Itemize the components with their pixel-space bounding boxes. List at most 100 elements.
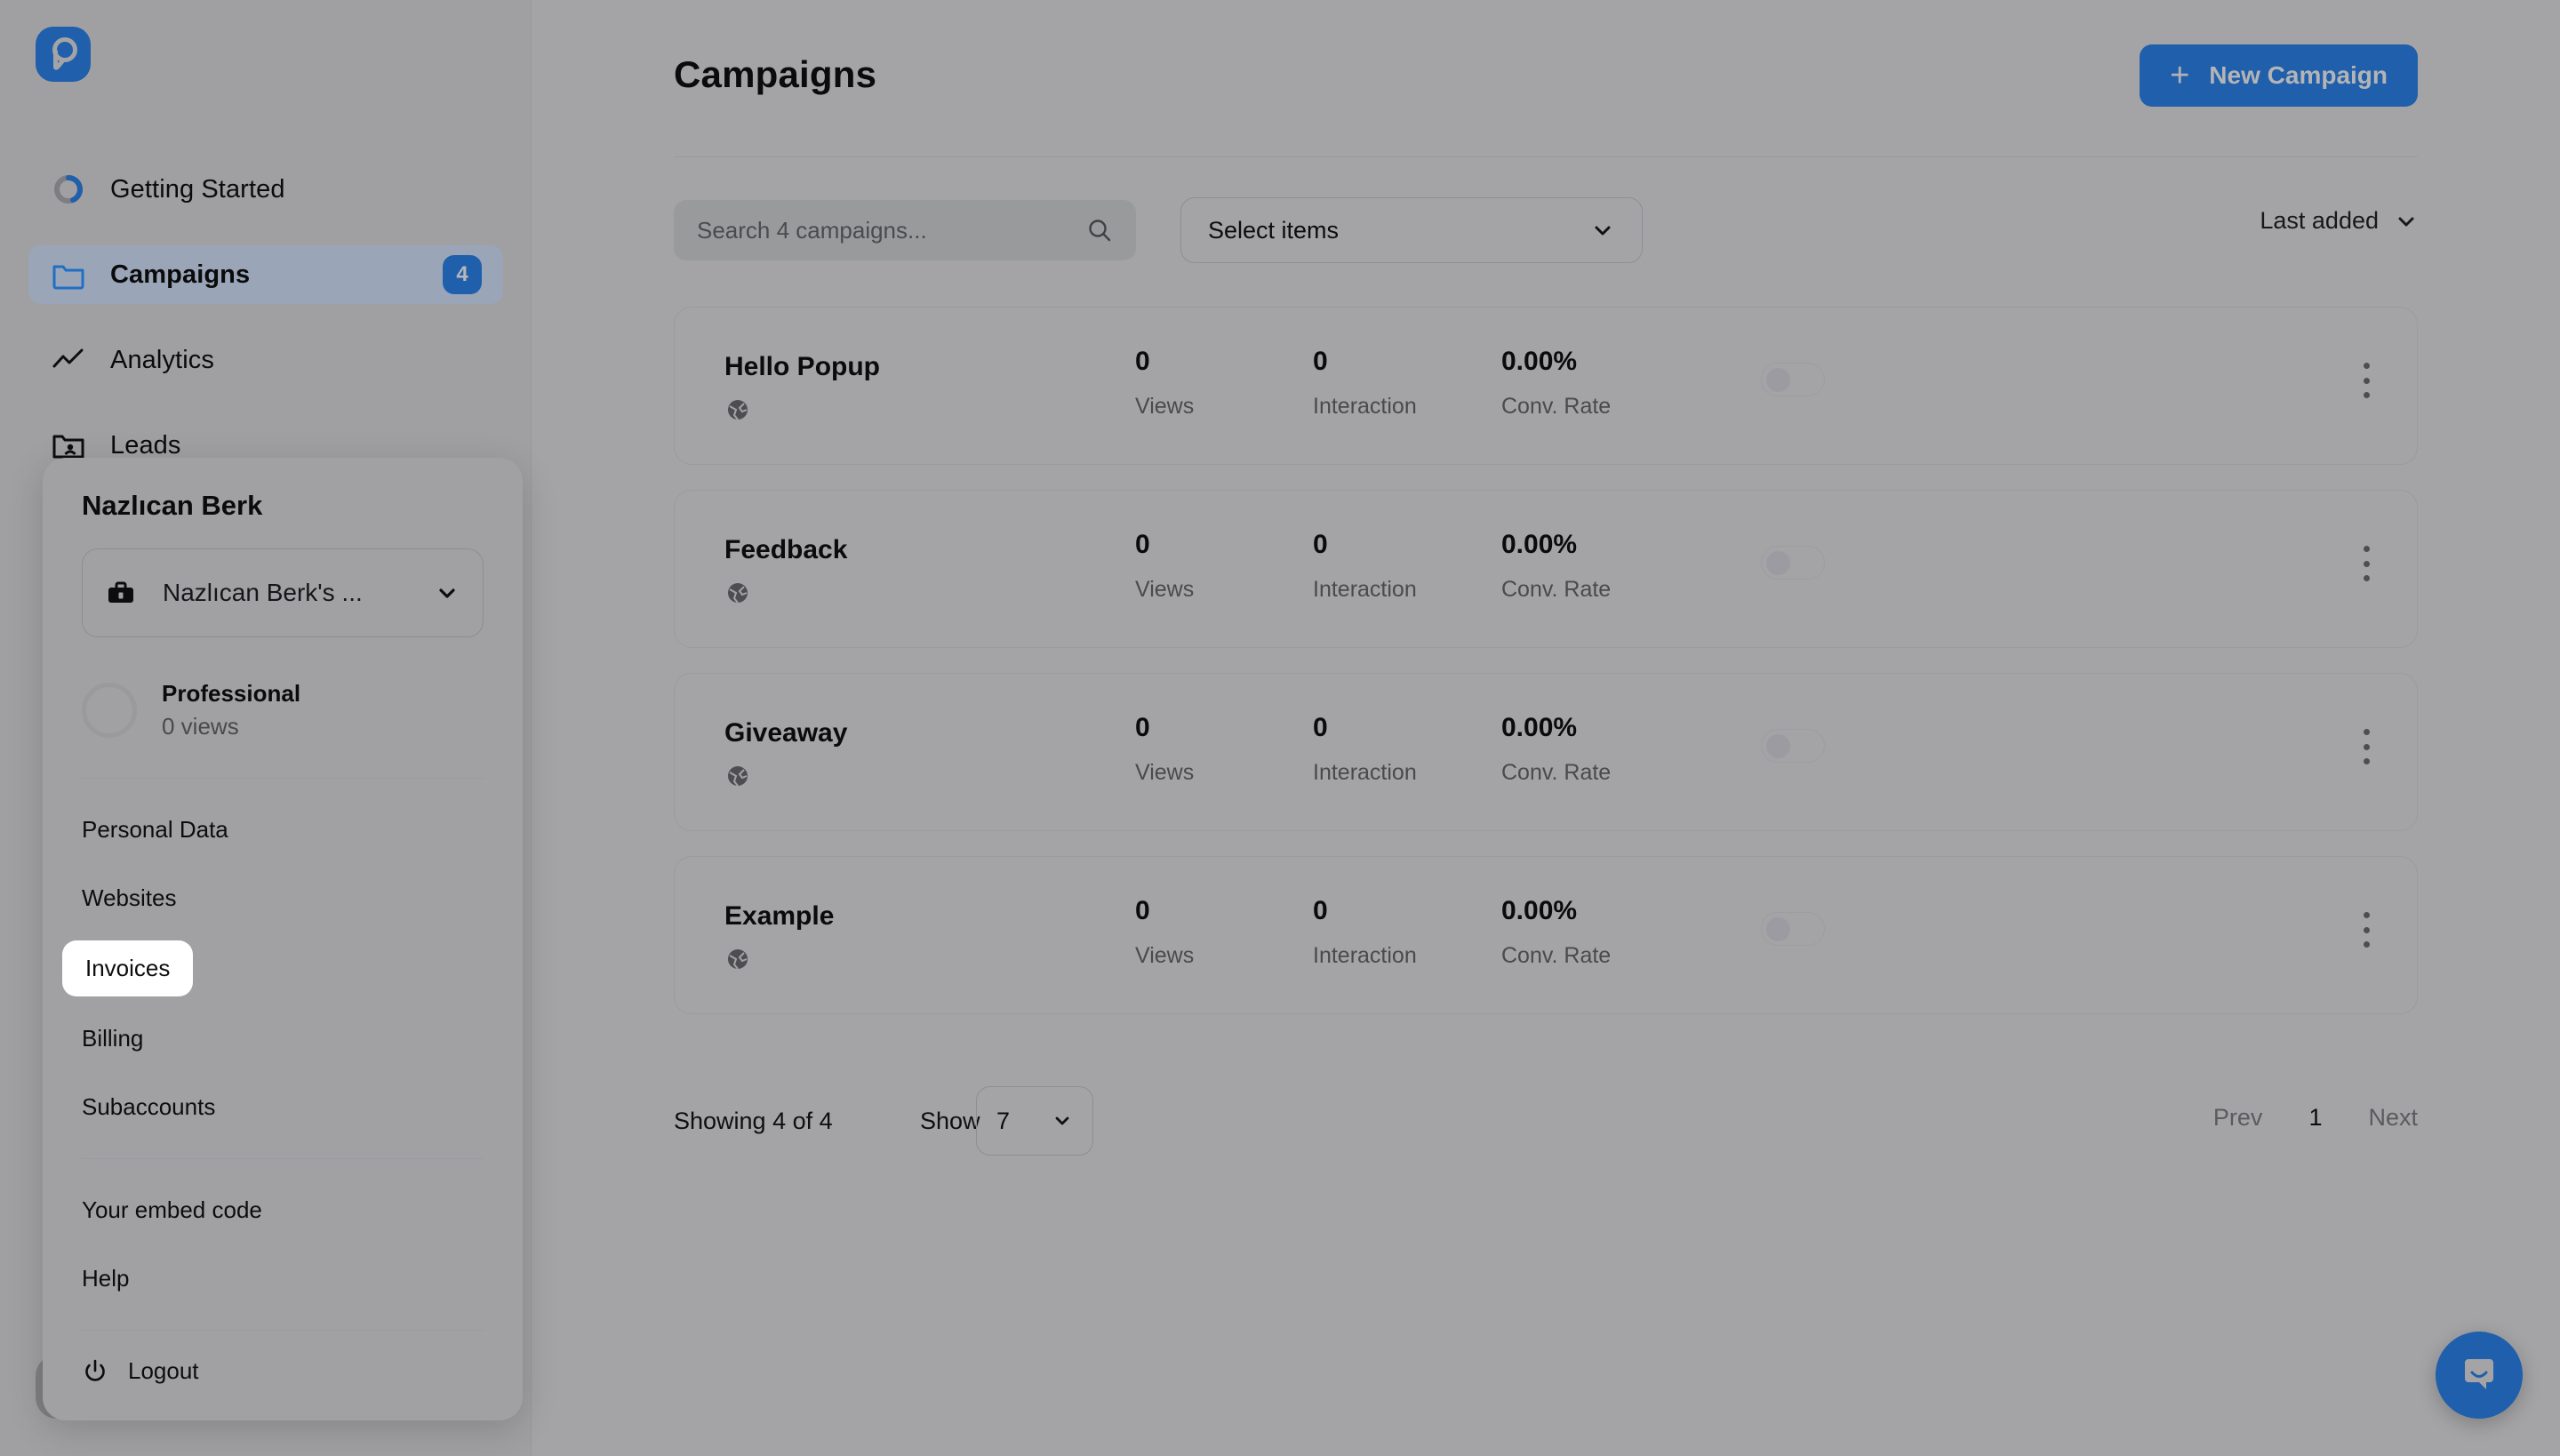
app-logo-icon[interactable] (36, 27, 91, 82)
campaign-stat-interaction: 0 Interaction (1313, 530, 1417, 603)
interaction-label: Interaction (1313, 394, 1417, 419)
campaign-card[interactable]: Giveaway 0 Views 0 Interaction 0.00% Con… (674, 673, 2418, 831)
conv-rate-label: Conv. Rate (1501, 577, 1612, 602)
campaign-enable-toggle[interactable] (1761, 729, 1825, 763)
campaign-stat-conv-rate: 0.00% Conv. Rate (1501, 347, 1611, 420)
campaign-more-menu-icon[interactable] (2351, 729, 2381, 764)
account-popup-menu: Nazlıcan Berk Nazlıcan Berk's ... Profes… (43, 458, 523, 1420)
campaign-stat-interaction: 0 Interaction (1313, 896, 1417, 969)
plan-usage: 0 views (162, 713, 239, 740)
popup-item-billing[interactable]: Billing (62, 1012, 163, 1065)
conv-rate-value: 0.00% (1501, 530, 1578, 559)
campaign-name: Hello Popup (724, 352, 880, 381)
campaign-card[interactable]: Example 0 Views 0 Interaction 0.00% Conv… (674, 856, 2418, 1014)
campaign-stat-interaction: 0 Interaction (1313, 713, 1417, 786)
header-divider (674, 156, 2418, 157)
chevron-down-icon (1590, 218, 1615, 243)
sort-dropdown[interactable]: Last added (2260, 207, 2418, 235)
plan-name: Professional (162, 680, 301, 707)
chevron-down-icon (435, 580, 460, 605)
campaigns-toolbar: Select items Last added (674, 197, 2418, 271)
campaign-stat-views: 0 Views (1135, 896, 1194, 969)
campaign-more-menu-icon[interactable] (2351, 363, 2381, 398)
interaction-label: Interaction (1313, 577, 1417, 602)
sidebar-item-label: Leads (110, 430, 181, 460)
organization-name: Nazlıcan Berk's ... (163, 579, 363, 606)
sidebar-item-campaigns[interactable]: Campaigns 4 (28, 245, 503, 304)
sidebar-item-getting-started[interactable]: Getting Started (28, 160, 503, 219)
conv-rate-value: 0.00% (1501, 347, 1578, 376)
sidebar-item-label: Getting Started (110, 174, 285, 204)
toggle-knob (1766, 917, 1790, 941)
popup-divider-bottom (82, 1330, 484, 1331)
page-header: Campaigns + New Campaign (674, 44, 2418, 156)
campaign-name: Giveaway (724, 718, 848, 748)
campaign-stat-interaction: 0 Interaction (1313, 347, 1417, 420)
campaign-name: Example (724, 901, 835, 931)
campaign-enable-toggle[interactable] (1761, 363, 1825, 396)
campaign-stat-views: 0 Views (1135, 713, 1194, 786)
interaction-value: 0 (1313, 713, 1328, 742)
main-content: Campaigns + New Campaign Select items (532, 0, 2560, 1456)
pagination-prev[interactable]: Prev (2213, 1104, 2263, 1132)
search-box[interactable] (674, 200, 1136, 260)
interaction-value: 0 (1313, 347, 1328, 376)
views-value: 0 (1135, 896, 1150, 925)
sidebar: Getting Started Campaigns 4 Analytics Le… (0, 0, 532, 1456)
campaign-name: Feedback (724, 535, 848, 564)
views-value: 0 (1135, 347, 1150, 376)
select-items-dropdown[interactable]: Select items (1180, 197, 1643, 263)
search-input[interactable] (697, 216, 1086, 244)
showing-count: Showing 4 of 4 (674, 1108, 833, 1134)
sidebar-item-label: Campaigns (110, 260, 251, 289)
sidebar-item-analytics[interactable]: Analytics (28, 331, 503, 389)
campaign-more-menu-icon[interactable] (2351, 912, 2381, 948)
chat-launcher-button[interactable] (2436, 1332, 2523, 1419)
campaign-card[interactable]: Hello Popup 0 Views 0 Interaction 0.00% (674, 307, 2418, 465)
popup-item-websites[interactable]: Websites (62, 872, 196, 924)
pagination-next[interactable]: Next (2368, 1104, 2418, 1132)
organization-selector[interactable]: Nazlıcan Berk's ... (82, 548, 484, 637)
popup-item-personal-data[interactable]: Personal Data (62, 804, 248, 856)
popup-item-embed-code[interactable]: Your embed code (62, 1184, 282, 1236)
app-root: Getting Started Campaigns 4 Analytics Le… (0, 0, 2560, 1456)
views-value: 0 (1135, 530, 1150, 559)
pagination-page-1[interactable]: 1 (2308, 1104, 2322, 1132)
conv-rate-value: 0.00% (1501, 896, 1578, 925)
plan-usage-row: Professional 0 views (82, 680, 484, 740)
new-campaign-button[interactable]: + New Campaign (2140, 44, 2418, 107)
conv-rate-label: Conv. Rate (1501, 394, 1612, 419)
toggle-knob (1766, 368, 1790, 392)
chevron-down-icon (1052, 1110, 1073, 1132)
campaign-card[interactable]: Feedback 0 Views 0 Interaction 0.00% Con… (674, 490, 2418, 648)
line-chart-icon (50, 341, 87, 379)
toggle-knob (1766, 734, 1790, 758)
popup-group-tools: Your embed code Help (82, 1159, 484, 1330)
campaign-stat-conv-rate: 0.00% Conv. Rate (1501, 713, 1611, 786)
page-size-dropdown[interactable]: 7 (976, 1086, 1093, 1156)
page-size-value: 7 (996, 1107, 1011, 1134)
popup-item-invoices[interactable]: Invoices (62, 940, 194, 996)
campaign-stat-conv-rate: 0.00% Conv. Rate (1501, 530, 1611, 603)
interaction-label: Interaction (1313, 760, 1417, 785)
plus-icon: + (2170, 57, 2190, 94)
folder-icon (50, 256, 87, 293)
new-campaign-label: New Campaign (2209, 61, 2388, 89)
popup-item-help[interactable]: Help (62, 1252, 148, 1305)
campaigns-count-badge: 4 (443, 255, 482, 294)
conv-rate-label: Conv. Rate (1501, 943, 1612, 968)
campaign-more-menu-icon[interactable] (2351, 546, 2381, 581)
popup-item-logout[interactable]: Logout (82, 1357, 484, 1385)
campaign-enable-toggle[interactable] (1761, 912, 1825, 946)
conv-rate-label: Conv. Rate (1501, 760, 1612, 785)
interaction-value: 0 (1313, 896, 1328, 925)
campaign-enable-toggle[interactable] (1761, 546, 1825, 580)
search-icon[interactable] (1086, 217, 1113, 244)
popup-group-account: Personal Data Websites Invoices Billing … (62, 779, 484, 1158)
globe-icon (724, 946, 751, 972)
conv-rate-value: 0.00% (1501, 713, 1578, 742)
views-label: Views (1135, 943, 1195, 968)
campaign-stat-views: 0 Views (1135, 530, 1194, 603)
popup-item-subaccounts[interactable]: Subaccounts (62, 1081, 235, 1133)
campaign-stat-views: 0 Views (1135, 347, 1194, 420)
